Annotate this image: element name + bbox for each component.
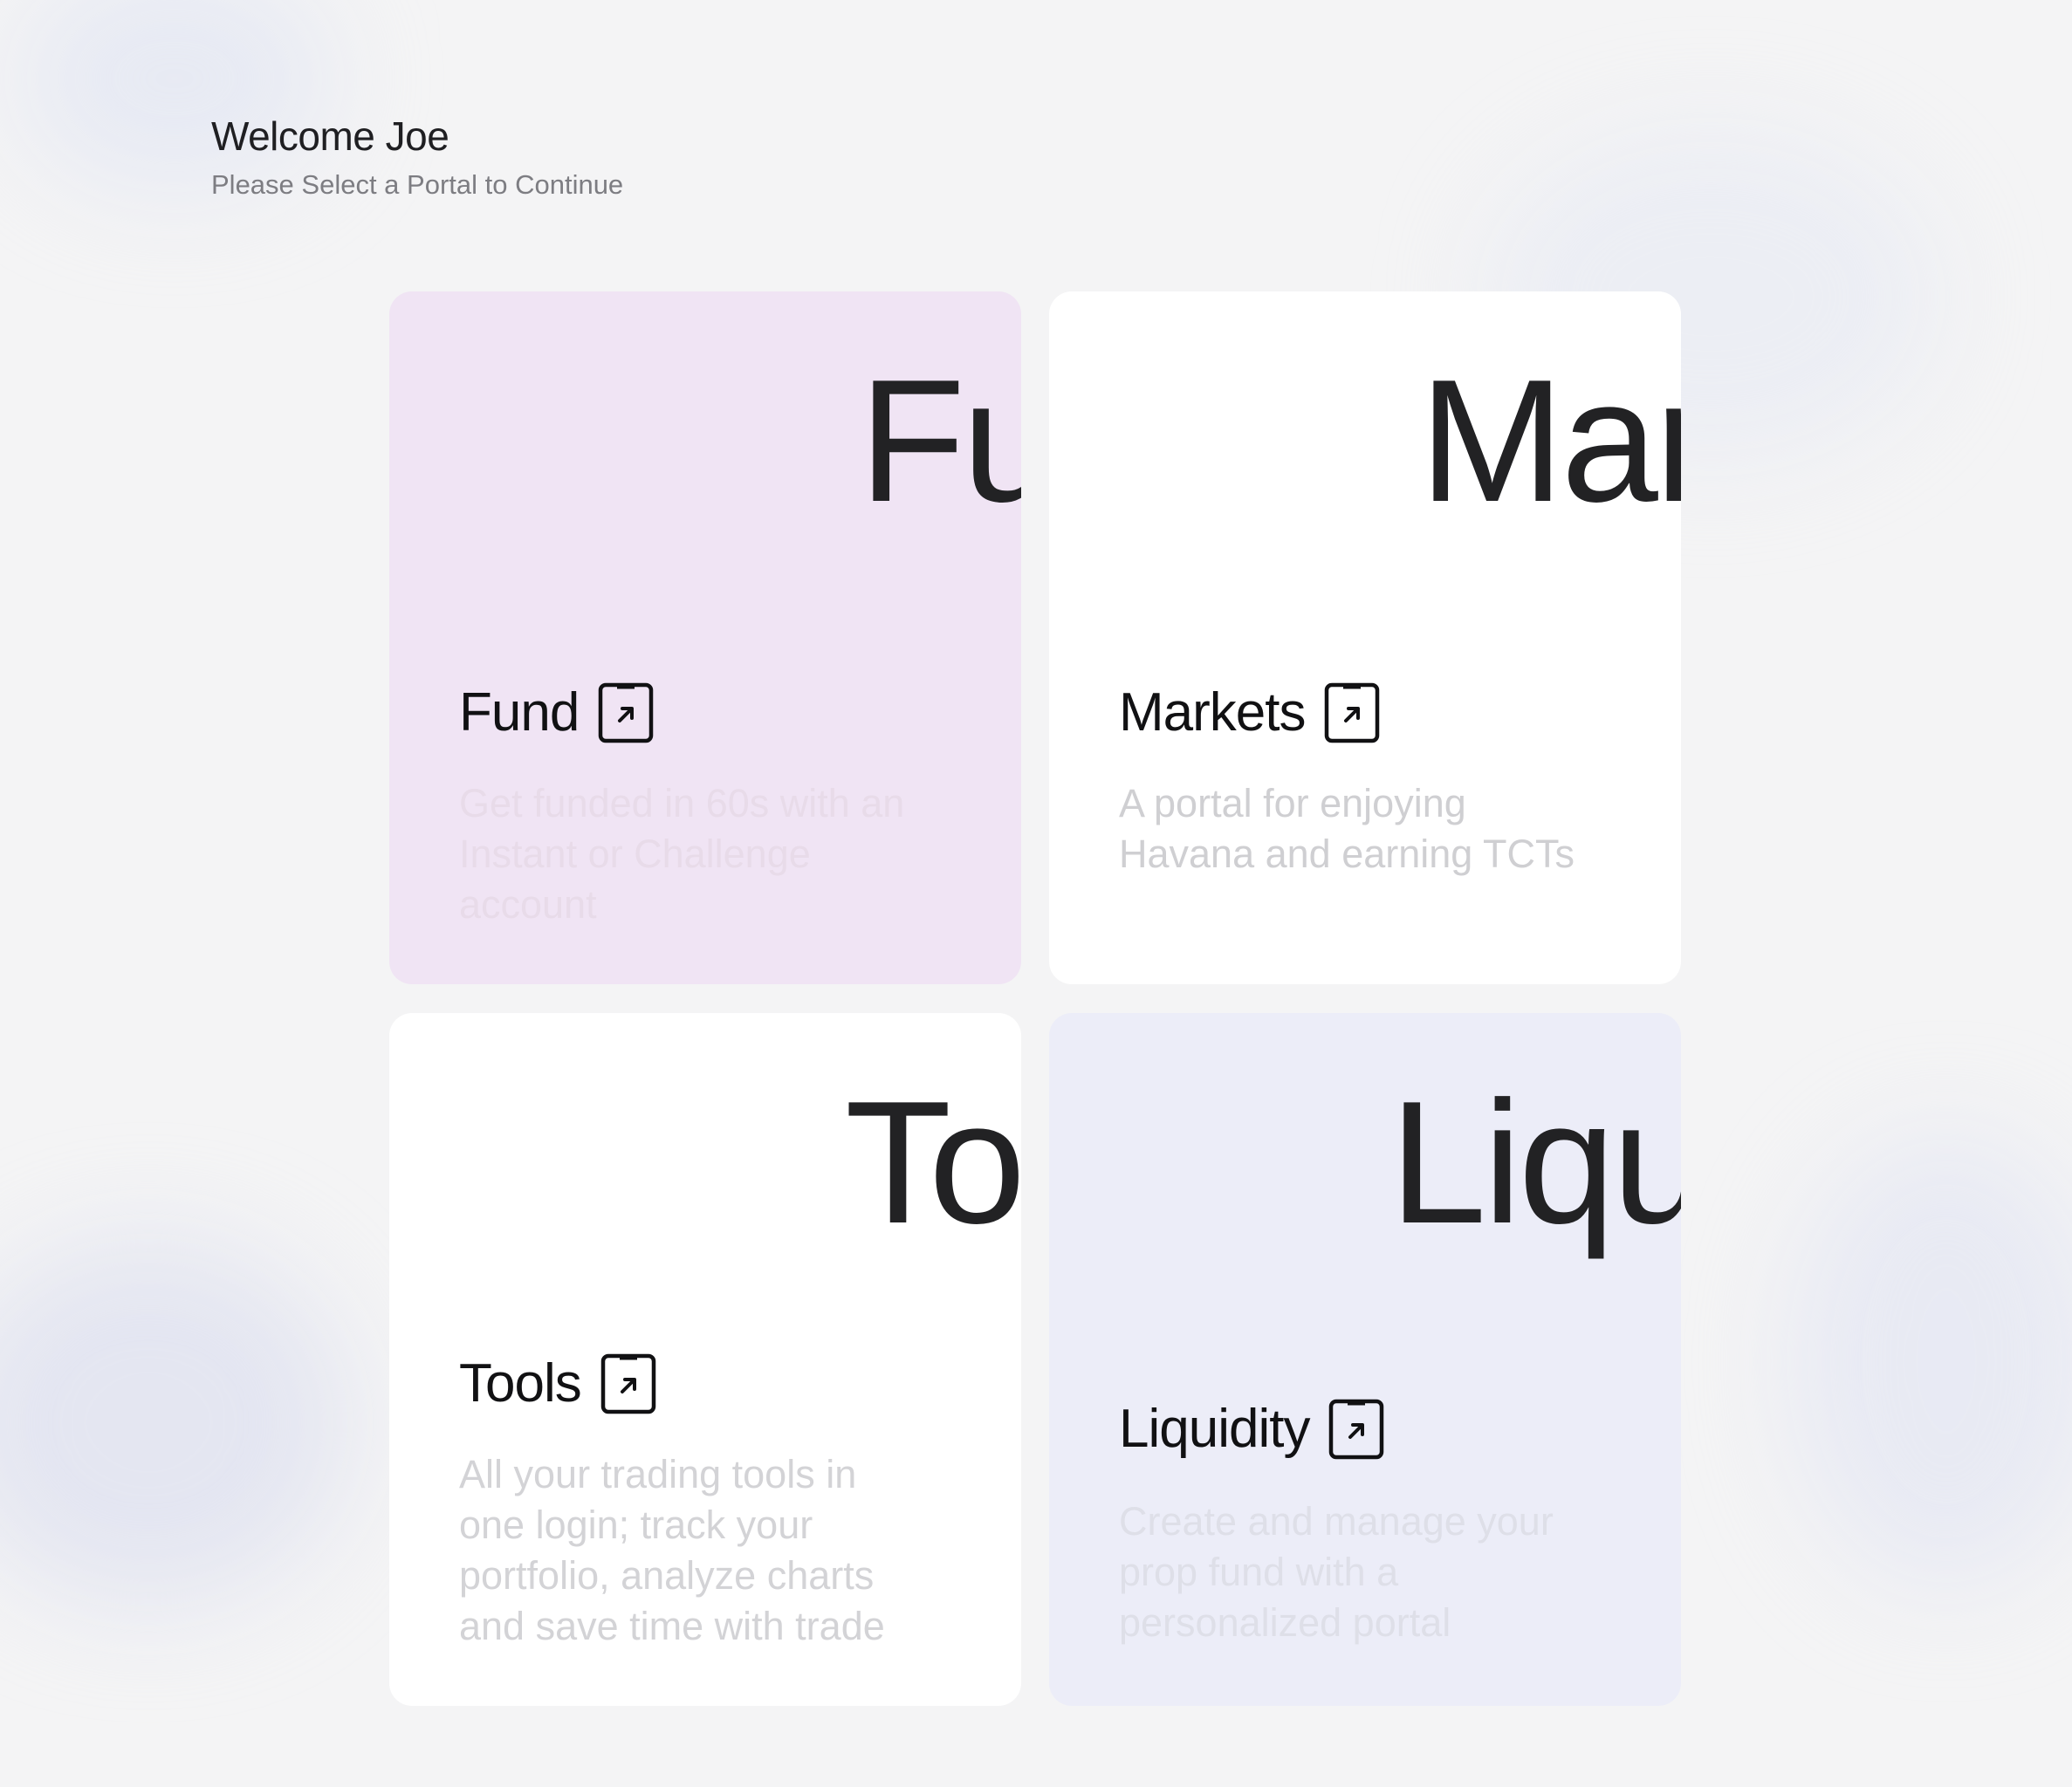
portal-watermark: Fu <box>859 344 1021 538</box>
portal-title: Liquidity <box>1119 1399 1310 1459</box>
portal-card-tools[interactable]: To Tools All your trading tools in one l… <box>389 1013 1021 1706</box>
portal-heading: Fund <box>459 681 654 745</box>
portal-title: Fund <box>459 682 580 743</box>
portal-title: Markets <box>1119 682 1306 743</box>
background-glow <box>0 1239 349 1606</box>
portal-description: All your trading tools in one login; tra… <box>459 1452 885 1648</box>
portal-description: Get funded in 60s with an Instant or Cha… <box>459 781 905 927</box>
portal-heading: Tools <box>459 1352 656 1416</box>
portal-heading: Markets <box>1119 681 1380 745</box>
portal-title: Tools <box>459 1353 582 1414</box>
page-title: Welcome Joe <box>211 113 449 159</box>
portal-card-liquidity[interactable]: Liqu Liquidity Create and manage your pr… <box>1049 1013 1681 1706</box>
portal-card-markets[interactable]: Mar Markets A portal for enjoying Havana… <box>1049 291 1681 984</box>
external-link-icon[interactable] <box>1324 681 1380 744</box>
portal-description: Create and manage your prop fund with a … <box>1119 1499 1554 1645</box>
portal-description: A portal for enjoying Havana and earning… <box>1119 781 1575 876</box>
portal-card-fund[interactable]: Fu Fund Get funded in 60s with an Instan… <box>389 291 1021 984</box>
background-glow <box>1789 1134 2072 1588</box>
portal-watermark: To <box>845 1065 1021 1260</box>
portal-watermark: Liqu <box>1389 1065 1681 1260</box>
portal-heading: Liquidity <box>1119 1397 1384 1462</box>
page-header: Welcome Joe Please Select a Portal to Co… <box>211 112 623 202</box>
external-link-icon[interactable] <box>600 1352 656 1415</box>
external-link-icon[interactable] <box>598 681 654 744</box>
external-link-icon[interactable] <box>1328 1398 1384 1461</box>
portal-watermark: Mar <box>1419 344 1681 538</box>
page-subtitle: Please Select a Portal to Continue <box>211 169 624 200</box>
